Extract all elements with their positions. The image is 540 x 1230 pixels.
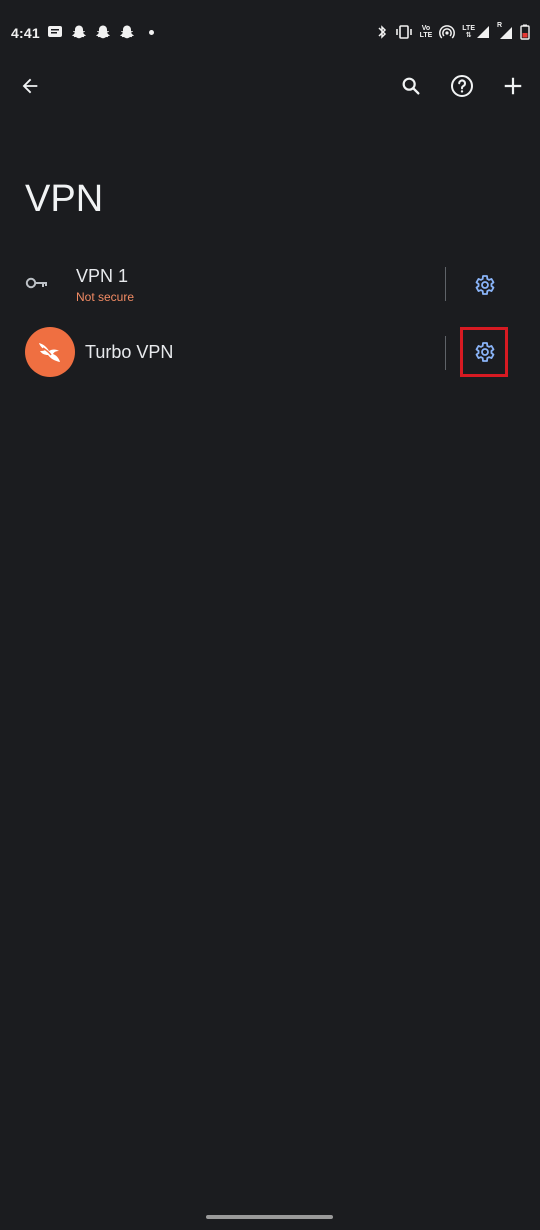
help-icon xyxy=(451,75,473,97)
status-time: 4:41 xyxy=(11,25,40,41)
snapchat-icon xyxy=(120,25,134,39)
status-bar: 4:41 Vo LTE LTE ⇅ R xyxy=(0,0,540,66)
vibrate-icon xyxy=(395,25,412,39)
vpn-item-text: Turbo VPN xyxy=(85,342,173,363)
app-bar xyxy=(0,66,540,110)
status-notification-icons xyxy=(47,24,154,40)
snapchat-icon xyxy=(72,25,86,39)
lte-arrows: ⇅ xyxy=(465,32,472,39)
add-vpn-button[interactable] xyxy=(493,66,533,106)
vpn-list-item[interactable]: Turbo VPN xyxy=(0,320,540,386)
volte-label-bottom: LTE xyxy=(419,32,433,39)
more-notifications-dot-icon xyxy=(149,29,154,35)
rabbit-icon xyxy=(39,343,60,362)
add-icon xyxy=(504,77,522,95)
roaming-signal-icon: R xyxy=(497,22,513,40)
back-button[interactable] xyxy=(10,66,50,106)
lte-signal-icon: LTE ⇅ xyxy=(462,25,490,39)
battery-icon xyxy=(520,24,530,40)
bluetooth-icon xyxy=(378,25,386,39)
lte-label: LTE xyxy=(462,25,475,32)
help-button[interactable] xyxy=(442,66,482,106)
vpn-list-item[interactable]: VPN 1 Not secure xyxy=(0,252,540,318)
vpn-status: Not secure xyxy=(76,290,135,304)
key-icon xyxy=(25,275,49,296)
row-divider xyxy=(445,336,446,370)
turbo-vpn-settings-button[interactable] xyxy=(460,327,508,377)
page-title: VPN xyxy=(25,178,104,220)
hotspot-icon xyxy=(439,25,456,39)
snapchat-icon xyxy=(96,25,110,39)
signal-strength-icon xyxy=(477,26,489,38)
status-system-icons: Vo LTE LTE ⇅ R xyxy=(376,22,530,40)
gear-icon xyxy=(475,342,495,362)
volte-icon: Vo LTE xyxy=(420,25,433,39)
vpn-name: Turbo VPN xyxy=(85,342,174,362)
row-divider xyxy=(445,267,446,301)
vpn-settings-button[interactable] xyxy=(462,263,506,307)
turbo-vpn-logo xyxy=(25,327,75,377)
arrow-back-icon xyxy=(22,78,38,94)
volte-label-top: Vo xyxy=(421,25,431,32)
gear-icon xyxy=(475,275,495,295)
search-button[interactable] xyxy=(391,66,431,106)
message-icon xyxy=(48,26,62,37)
gesture-nav-handle[interactable] xyxy=(206,1215,333,1219)
search-icon xyxy=(402,77,420,95)
vpn-name: VPN 1 xyxy=(76,266,129,286)
vpn-item-text: VPN 1 Not secure xyxy=(76,266,134,304)
